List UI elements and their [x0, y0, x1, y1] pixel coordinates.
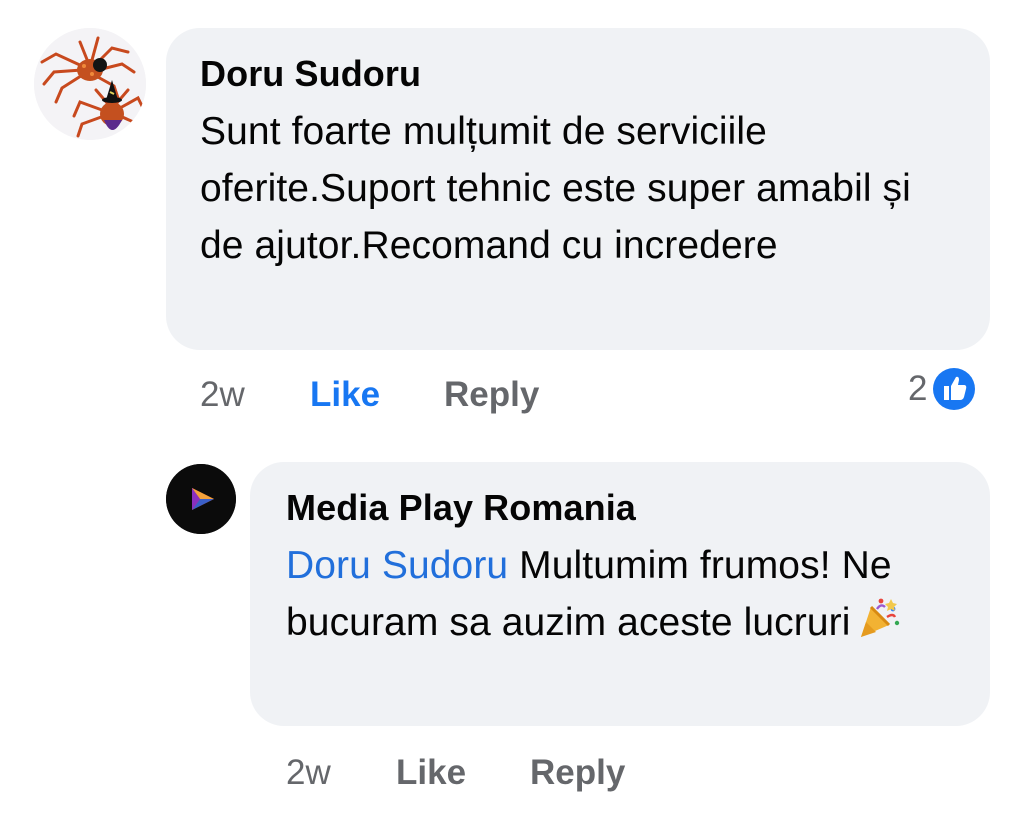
reply-actions: 2w Like Reply: [286, 750, 625, 796]
commenter-avatar[interactable]: [34, 28, 146, 140]
reply-button[interactable]: Reply: [444, 375, 539, 415]
reply-reply-button[interactable]: Reply: [530, 753, 625, 793]
reaction-summary[interactable]: 2: [908, 364, 978, 414]
reply-like-button[interactable]: Like: [396, 753, 530, 793]
comment-thread: Doru Sudoru Sunt foarte mulțumit de serv…: [0, 0, 1024, 829]
spider-avatar-icon: [34, 28, 146, 140]
reply-bubble: Media Play Romania Doru Sudoru Multumim …: [250, 462, 990, 726]
page-avatar[interactable]: [166, 464, 236, 534]
party-popper-icon: [855, 595, 901, 657]
mention-link[interactable]: Doru Sudoru: [286, 544, 508, 587]
reply-timestamp[interactable]: 2w: [286, 753, 396, 793]
comment-bubble: Doru Sudoru Sunt foarte mulțumit de serv…: [166, 28, 990, 350]
comment-author-name[interactable]: Doru Sudoru: [200, 52, 960, 96]
comment-text: Sunt foarte mulțumit de serviciile oferi…: [200, 110, 911, 267]
media-play-logo-icon: [166, 464, 236, 534]
thumbs-up-icon: [933, 368, 976, 410]
reply-text: Doru Sudoru Multumim frumos! Ne bucuram …: [286, 537, 966, 657]
like-reaction-badge: [931, 366, 978, 412]
comment-timestamp[interactable]: 2w: [200, 375, 310, 415]
reaction-count: 2: [908, 369, 928, 408]
like-button[interactable]: Like: [310, 375, 444, 415]
comment-actions: 2w Like Reply: [200, 372, 539, 418]
reply-author-name[interactable]: Media Play Romania: [286, 486, 966, 530]
